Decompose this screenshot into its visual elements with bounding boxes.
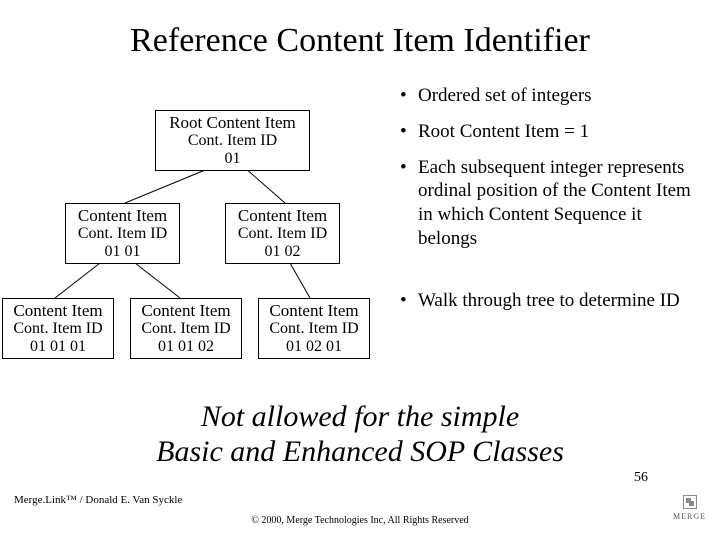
node-id: 01 01 01 [7,338,109,356]
bullet-item: Walk through tree to determine ID [400,289,700,313]
footer-author: Merge.Link™ / Donald E. Van Syckle [14,494,182,506]
italic-note-line: Basic and Enhanced SOP Classes [0,435,720,470]
node-sublabel: Cont. Item ID [135,320,237,338]
tree-node: Content Item Cont. Item ID 01 02 01 [258,298,370,359]
slide-title: Reference Content Item Identifier [0,0,720,60]
tree-node: Content Item Cont. Item ID 01 02 [225,203,340,264]
tree-diagram: Root Content Item Cont. Item ID 01 Conte… [0,108,400,388]
slide: Reference Content Item Identifier Ordere… [0,0,720,540]
bullet-item: Ordered set of integers [400,84,700,108]
merge-logo: MERGE [673,495,706,522]
italic-note-line: Not allowed for the simple [0,400,720,435]
page-number: 56 [634,470,648,486]
tree-node: Content Item Cont. Item ID 01 01 02 [130,298,242,359]
tree-node: Content Item Cont. Item ID 01 01 01 [2,298,114,359]
tree-node: Content Item Cont. Item ID 01 01 [65,203,180,264]
node-id: 01 02 01 [263,338,365,356]
node-label: Content Item [7,301,109,320]
italic-note: Not allowed for the simple Basic and Enh… [0,400,720,469]
logo-icon [683,495,697,509]
bullet-item: Each subsequent integer represents ordin… [400,156,700,251]
node-label: Content Item [263,301,365,320]
node-id: 01 02 [230,243,335,261]
node-sublabel: Cont. Item ID [70,225,175,243]
tree-node-root: Root Content Item Cont. Item ID 01 [155,110,310,171]
footer-copyright: © 2000, Merge Technologies Inc, All Righ… [0,515,720,526]
logo-text: MERGE [673,512,706,521]
node-label: Content Item [70,206,175,225]
node-sublabel: Cont. Item ID [230,225,335,243]
node-sublabel: Cont. Item ID [263,320,365,338]
node-id: 01 01 02 [135,338,237,356]
node-id: 01 [160,150,305,168]
node-label: Content Item [230,206,335,225]
node-label: Root Content Item [160,113,305,132]
bullet-list: Ordered set of integers Root Content Ite… [400,84,700,324]
node-sublabel: Cont. Item ID [160,132,305,150]
node-id: 01 01 [70,243,175,261]
node-sublabel: Cont. Item ID [7,320,109,338]
node-label: Content Item [135,301,237,320]
bullet-item: Root Content Item = 1 [400,120,700,144]
